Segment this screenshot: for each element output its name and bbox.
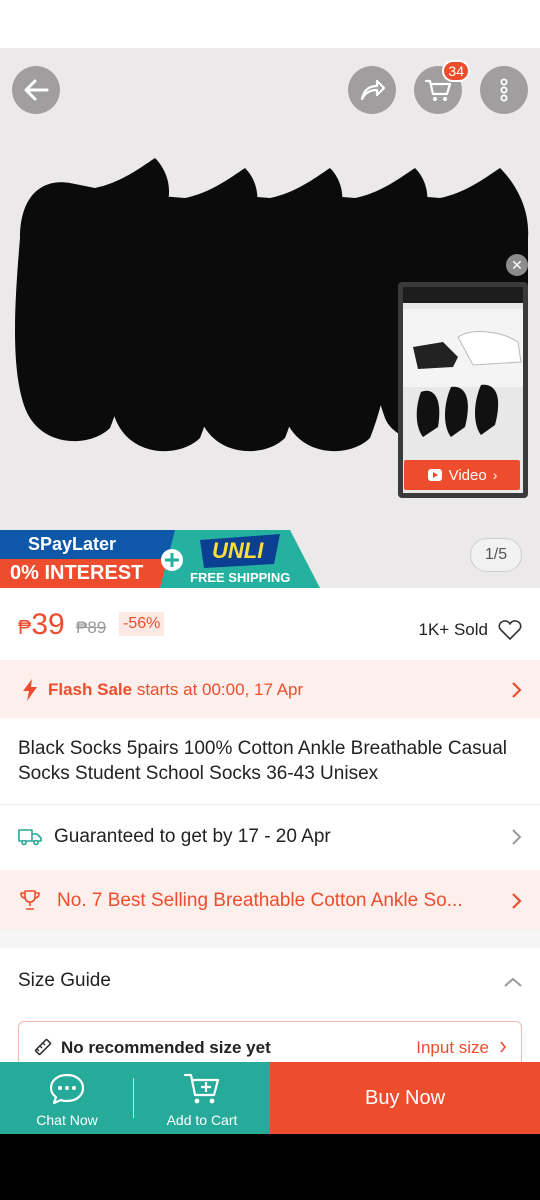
buy-now-button[interactable]: Buy Now: [270, 1062, 540, 1134]
chevron-up-icon[interactable]: [503, 976, 523, 988]
chevron-right-icon: [500, 1041, 507, 1053]
shopee-video-icon: [427, 469, 442, 481]
chat-now-label: Chat Now: [36, 1112, 98, 1128]
chat-icon: [49, 1073, 85, 1105]
flash-sale-label: Flash Sale: [48, 680, 133, 699]
more-options-button[interactable]: [480, 66, 528, 114]
size-recommendation-text: No recommended size yet: [61, 1038, 271, 1057]
back-button[interactable]: [12, 66, 60, 114]
heart-icon[interactable]: [498, 619, 522, 641]
price-section: ₱39 ₱89 -56% 1K+ Sold: [0, 588, 540, 660]
product-title: Black Socks 5pairs 100% Cotton Ankle Bre…: [18, 738, 507, 784]
best-selling-row[interactable]: No. 7 Best Selling Breathable Cotton Ank…: [0, 870, 540, 932]
chevron-right-icon: [512, 893, 522, 909]
share-button[interactable]: [348, 66, 396, 114]
chevron-right-icon: ›: [492, 467, 498, 483]
divider: [0, 804, 540, 805]
section-gap: [0, 930, 540, 948]
current-price: ₱39: [18, 608, 65, 642]
flash-sale-text: Flash Sale starts at 00:00, 17 Apr: [48, 680, 303, 700]
original-price: ₱89: [76, 618, 107, 637]
add-to-cart-button[interactable]: Add to Cart: [134, 1062, 270, 1134]
chat-now-button[interactable]: Chat Now: [0, 1062, 134, 1134]
video-button[interactable]: Video ›: [404, 460, 520, 490]
arrow-left-icon: [24, 79, 49, 101]
close-icon: ✕: [511, 256, 523, 273]
shipping-text: Guaranteed to get by 17 - 20 Apr: [54, 826, 331, 847]
trophy-icon: [20, 890, 40, 910]
video-preview[interactable]: Video ›: [398, 282, 528, 498]
input-size-link[interactable]: Input size: [416, 1038, 489, 1058]
discount-badge: -56%: [119, 612, 165, 636]
video-label: Video: [448, 466, 487, 484]
lightning-icon: [23, 679, 37, 701]
flash-sale-detail: starts at 00:00, 17 Apr: [132, 680, 304, 699]
spaylater-label: SPayLater: [28, 534, 117, 554]
bottom-action-bar: Chat Now Add to Cart Buy Now: [0, 1062, 540, 1134]
add-cart-icon: [183, 1073, 220, 1104]
close-video-button[interactable]: ✕: [506, 254, 528, 276]
chevron-right-icon: [512, 829, 522, 845]
best-selling-text: No. 7 Best Selling Breathable Cotton Ank…: [57, 890, 463, 911]
free-shipping-label: FREE SHIPPING: [190, 570, 291, 585]
shipping-row[interactable]: Guaranteed to get by 17 - 20 Apr: [0, 806, 540, 868]
ruler-icon: [34, 1038, 52, 1056]
share-icon: [360, 79, 386, 101]
promo-banner: SPayLater 0% INTEREST UNLI FREE SHIPPING: [0, 530, 320, 588]
cart-button[interactable]: 34: [414, 60, 470, 114]
cart-count-badge: 34: [442, 60, 470, 82]
more-vertical-icon: [500, 78, 508, 102]
flash-sale-banner[interactable]: Flash Sale starts at 00:00, 17 Apr: [0, 660, 540, 718]
product-image-gallery[interactable]: 34 ✕ Video › 1/5 SPayLater 0% INTEREST U…: [0, 48, 540, 588]
interest-label: 0% INTEREST: [10, 562, 144, 584]
currency-symbol: ₱: [18, 617, 32, 639]
image-counter: 1/5: [470, 538, 522, 572]
truck-icon: [18, 829, 42, 846]
status-bar: [0, 0, 540, 48]
size-guide-title: Size Guide: [18, 970, 111, 991]
chevron-right-icon: [512, 682, 522, 698]
unli-label: UNLI: [212, 538, 264, 563]
system-navigation-bar: [0, 1134, 540, 1200]
current-price-value: 39: [31, 608, 65, 641]
sold-count: 1K+ Sold: [418, 620, 488, 639]
add-to-cart-label: Add to Cart: [166, 1112, 238, 1128]
